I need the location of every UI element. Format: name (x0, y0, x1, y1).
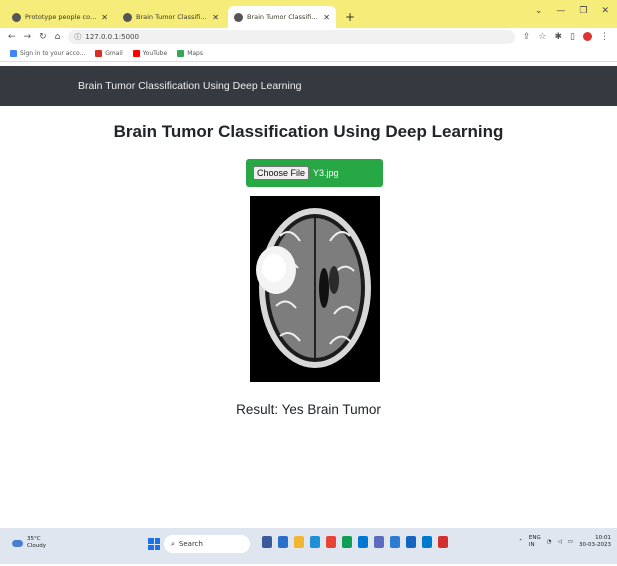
app-icon[interactable] (390, 536, 400, 548)
address-bar[interactable]: ⓘ 127.0.0.1:5000 (68, 30, 515, 44)
taskbar-apps (262, 536, 448, 548)
weather-text: 35°C Cloudy (27, 536, 46, 550)
bookmark-favicon-icon (10, 50, 17, 57)
star-icon[interactable]: ☆ (538, 32, 546, 42)
menu-icon[interactable]: ⋮ (600, 32, 609, 42)
cloud-icon (12, 539, 23, 547)
edge-icon[interactable] (310, 536, 320, 548)
prediction-result: Result: Yes Brain Tumor (236, 402, 381, 417)
bookmark-label: Gmail (105, 50, 123, 57)
tab-title: Prototype people compare all Chat (25, 13, 97, 21)
clock-time: 10:01 (595, 535, 611, 541)
tab-favicon-icon (234, 12, 243, 22)
forward-icon[interactable]: → (24, 32, 32, 42)
language-indicator[interactable]: ENG IN (529, 535, 541, 549)
navbar-brand[interactable]: Brain Tumor Classification Using Deep Le… (78, 80, 302, 92)
volume-icon[interactable]: ◁ (558, 539, 562, 546)
app-icon[interactable] (374, 536, 384, 548)
wifi-icon[interactable]: ◔ (547, 539, 552, 546)
toolbar-actions: ⇪ ☆ ✱ ▯ ⋮ (523, 32, 617, 42)
app-icon[interactable] (406, 536, 416, 548)
extensions-icon[interactable]: ✱ (555, 32, 563, 42)
maps-icon (177, 50, 185, 57)
bookmark-item[interactable]: Sign in to your acco... (10, 50, 85, 57)
youtube-icon (132, 50, 140, 57)
tab-strip: Prototype people compare all Chat ✕ Brai… (0, 0, 617, 28)
browser-tab-1[interactable]: Prototype people compare all Chat ✕ (6, 6, 114, 28)
bookmark-label: Sign in to your acco... (20, 50, 86, 57)
bookmark-item[interactable]: Maps (177, 50, 203, 57)
windows-start-icon[interactable] (148, 538, 160, 550)
tray-language: ENG (528, 535, 541, 541)
page-title: Brain Tumor Classification Using Deep Le… (113, 122, 504, 141)
mri-preview-image (250, 196, 380, 382)
task-view-icon[interactable] (262, 536, 272, 548)
bookmarks-bar: Sign in to your acco... Gmail YouTube Ma… (0, 46, 617, 62)
tab-favicon-icon (123, 12, 132, 22)
file-explorer-icon[interactable] (294, 536, 304, 548)
selected-filename: Y3.jpg (313, 168, 339, 178)
brain-mri-icon (250, 196, 380, 382)
browser-tab-3[interactable]: Brain Tumor Classification Using ✕ (228, 6, 336, 28)
reload-icon[interactable]: ↻ (39, 32, 47, 42)
clock[interactable]: 10:01 30-03-2023 (579, 535, 611, 549)
search-icon: ⌕ (171, 539, 175, 548)
taskbar-search[interactable]: ⌕ Search (164, 535, 250, 553)
battery-icon[interactable]: ▭ (568, 539, 573, 546)
address-text: 127.0.0.1:5000 (85, 33, 139, 41)
app-icon[interactable] (438, 536, 448, 548)
tab-title: Brain Tumor Classification Using (247, 13, 319, 21)
bookmark-label: YouTube (142, 50, 168, 57)
app-icon[interactable] (358, 536, 368, 548)
new-tab-icon[interactable]: + (345, 10, 355, 24)
close-icon[interactable]: ✕ (101, 13, 108, 22)
tab-title: Brain Tumor Classification Using (136, 13, 208, 21)
browser-toolbar: ← → ↻ ⌂ ⓘ 127.0.0.1:5000 ⇪ ☆ ✱ ▯ ⋮ (0, 28, 617, 46)
weather-temp: 35°C (27, 536, 41, 542)
vscode-icon[interactable] (422, 536, 432, 548)
close-icon[interactable]: ✕ (212, 13, 219, 22)
share-icon[interactable]: ⇪ (523, 32, 531, 42)
back-icon[interactable]: ← (8, 32, 16, 42)
gmail-icon (95, 50, 103, 57)
chevron-up-icon[interactable]: ⌃ (518, 539, 523, 546)
os-taskbar: 35°C Cloudy ⌕ Search ⌃ ENG IN ◔ ◁ ▭ 10:0… (0, 528, 617, 564)
browser-tab-2[interactable]: Brain Tumor Classification Using ✕ (117, 6, 225, 28)
bookmark-item[interactable]: YouTube (132, 50, 168, 57)
tray-region: IN (528, 542, 535, 548)
window-controls: ⌄ — ❐ ✕ (535, 6, 609, 16)
chevron-down-icon[interactable]: ⌄ (535, 6, 543, 16)
weather-widget[interactable]: 35°C Cloudy (12, 536, 46, 550)
bookmark-label: Maps (187, 50, 203, 57)
minimize-icon[interactable]: — (556, 6, 565, 16)
choose-file-button[interactable]: Choose File (253, 166, 310, 180)
weather-desc: Cloudy (27, 543, 46, 549)
tab-favicon-icon (12, 12, 21, 22)
page-navbar: Brain Tumor Classification Using Deep Le… (0, 66, 617, 106)
bookmark-item[interactable]: Gmail (95, 50, 123, 57)
file-upload-panel: Choose File Y3.jpg (246, 159, 383, 187)
close-window-icon[interactable]: ✕ (601, 6, 609, 16)
info-icon[interactable]: ⓘ (74, 32, 81, 42)
widgets-icon[interactable] (278, 536, 288, 548)
clock-date: 30-03-2023 (579, 542, 611, 548)
profile-avatar[interactable] (583, 32, 592, 41)
restore-icon[interactable]: ❐ (579, 6, 587, 16)
system-tray: ⌃ ENG IN ◔ ◁ ▭ 10:01 30-03-2023 (518, 535, 611, 549)
sidebar-icon[interactable]: ▯ (570, 32, 575, 42)
chrome-icon[interactable] (326, 536, 336, 548)
app-icon[interactable] (342, 536, 352, 548)
home-icon[interactable]: ⌂ (55, 32, 61, 42)
search-label: Search (178, 540, 203, 548)
close-icon[interactable]: ✕ (323, 13, 330, 22)
